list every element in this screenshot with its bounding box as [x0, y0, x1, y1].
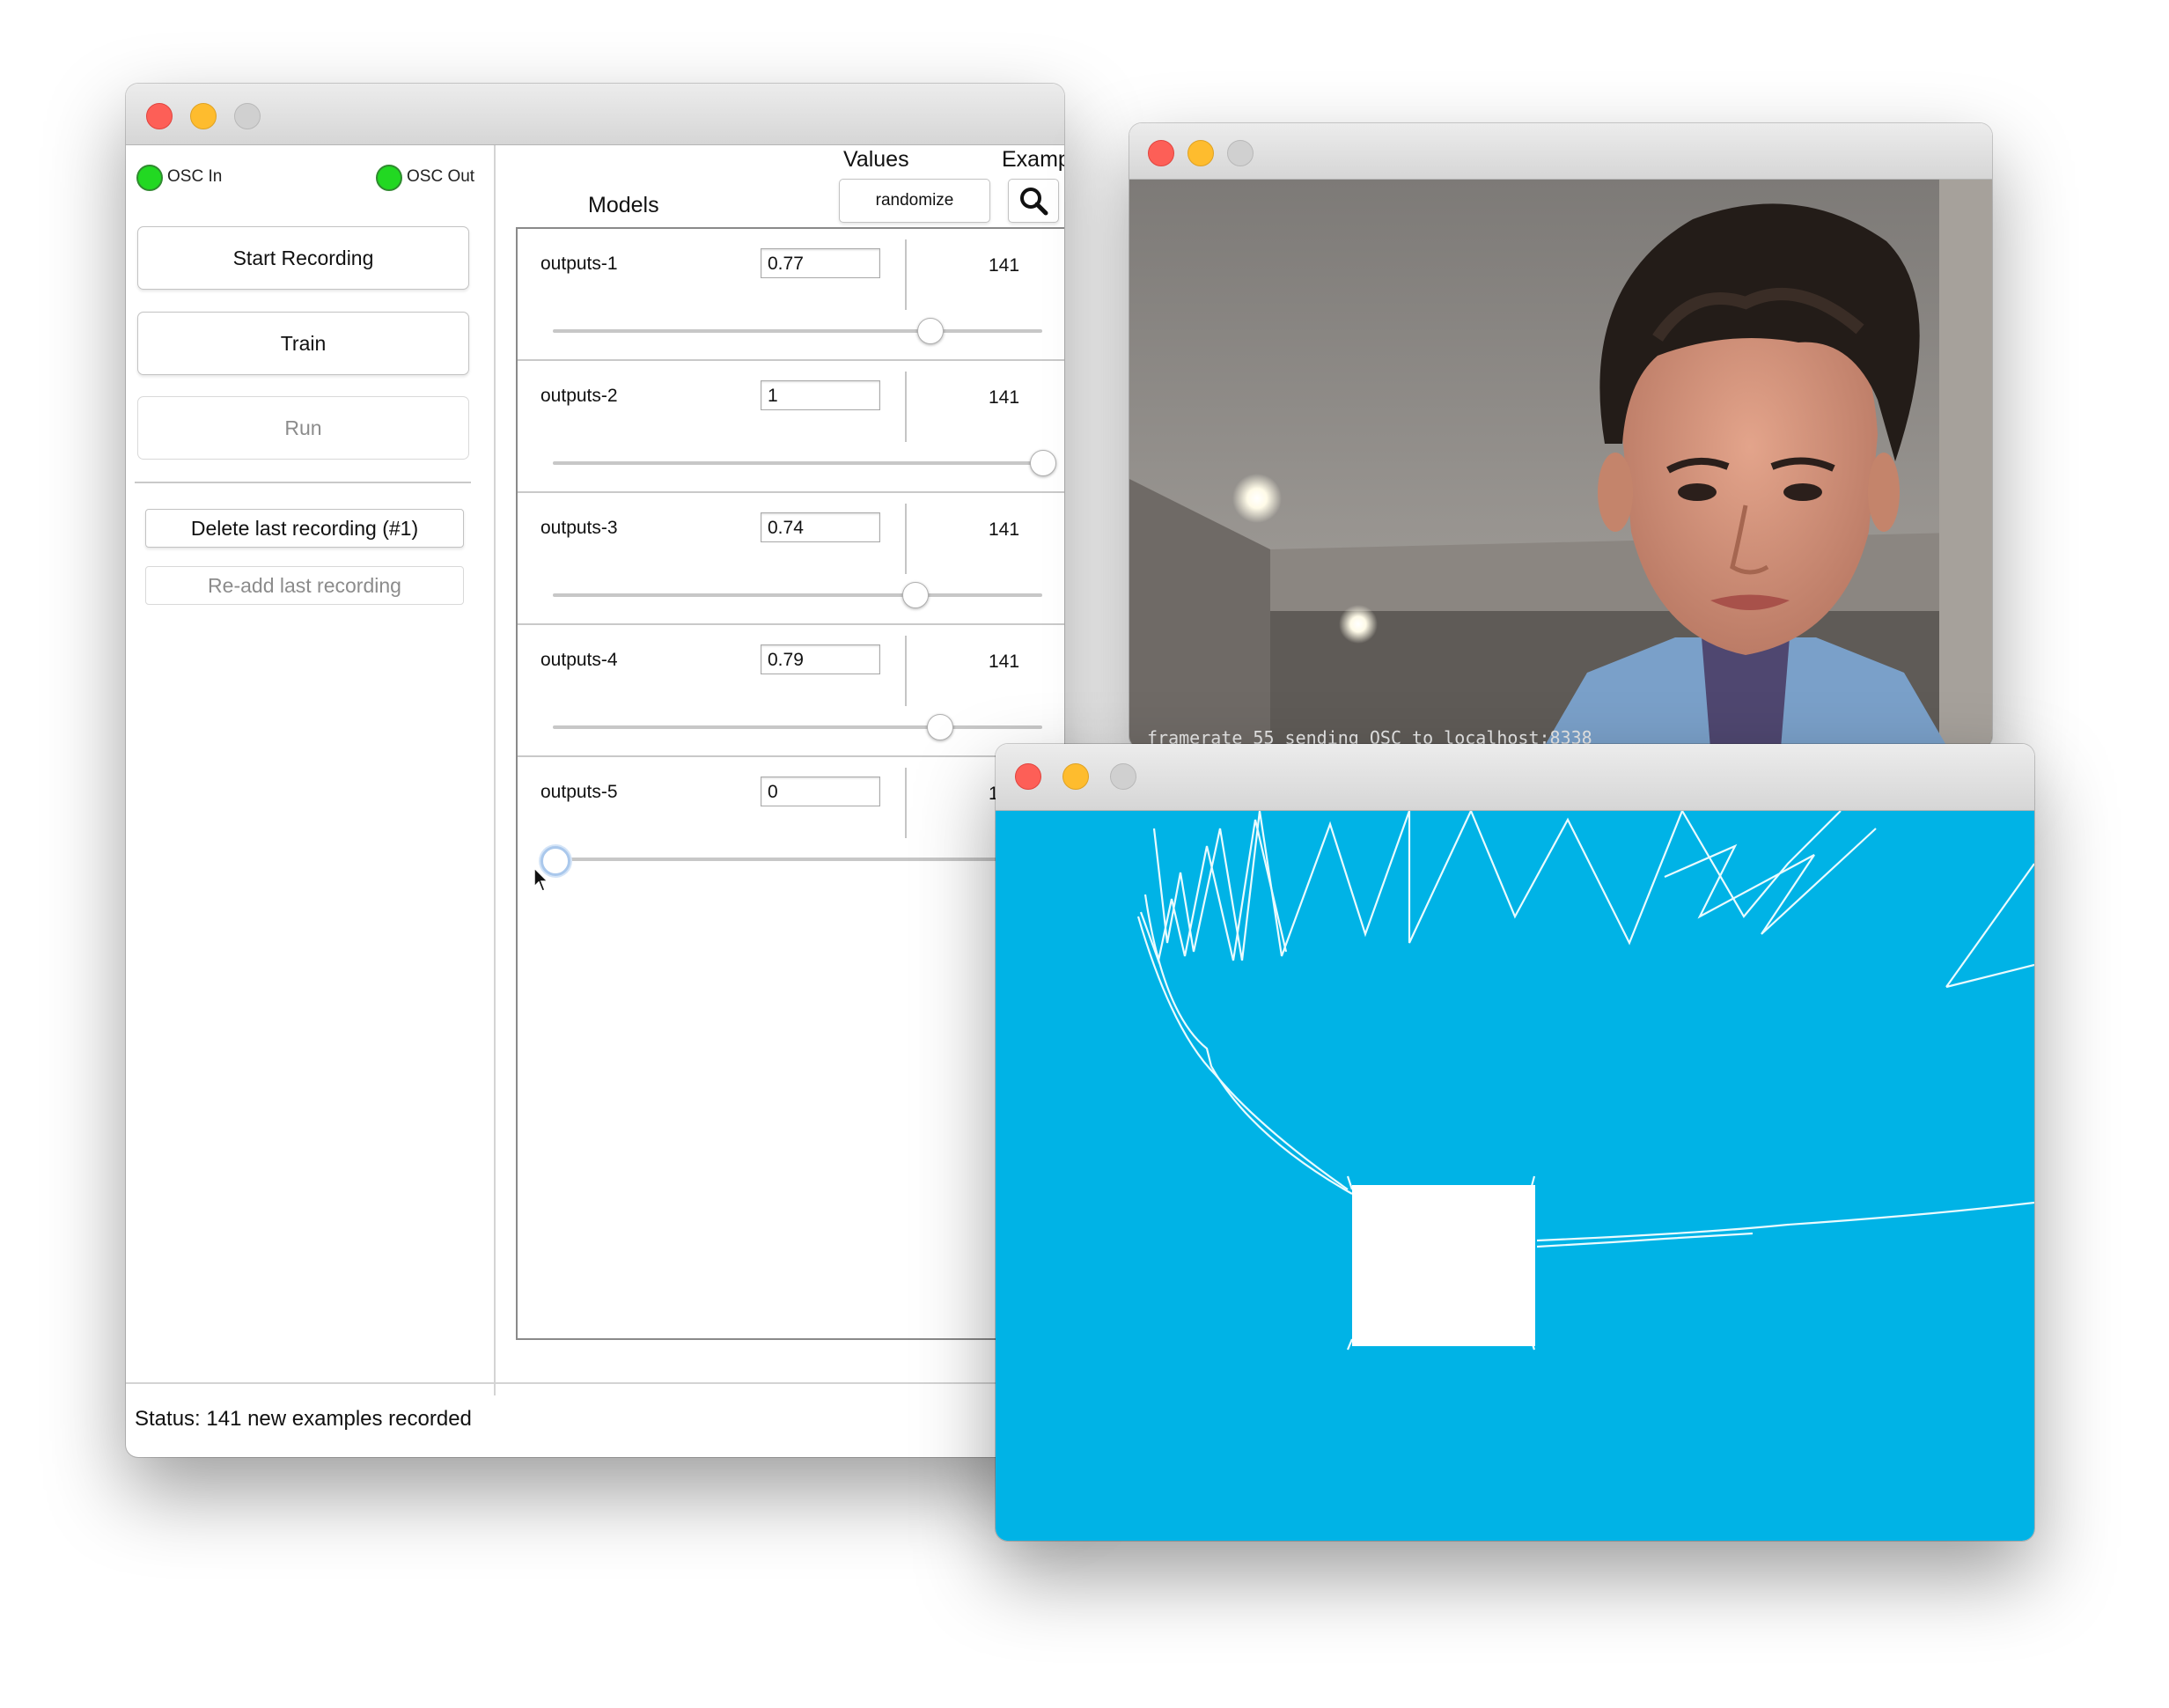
output-slider-track[interactable] [553, 593, 1042, 597]
close-button[interactable] [1015, 763, 1041, 790]
values-header: Values [843, 147, 909, 172]
webcam-image [1129, 180, 1992, 748]
output-row: outputs-4 0.79 141 [518, 625, 1064, 757]
minimize-button[interactable] [1187, 140, 1214, 166]
readd-last-recording-button[interactable]: Re-add last recording [145, 566, 464, 605]
example-count: 141 [989, 519, 1020, 540]
output-row: outputs-5 0 1 [518, 757, 1064, 887]
output-slider-knob[interactable] [917, 318, 945, 344]
status-text: Status: 141 new examples recorded [135, 1407, 472, 1431]
output-row: outputs-2 1 141 [518, 361, 1064, 493]
osc-in-indicator [136, 165, 163, 191]
osc-out-indicator [376, 165, 402, 191]
wekinator-titlebar [126, 84, 1064, 145]
row-separator [905, 636, 907, 706]
close-button[interactable] [146, 103, 173, 129]
control-panel: OSC In OSC Out Start Recording Train Run… [126, 145, 496, 1395]
start-recording-button[interactable]: Start Recording [137, 226, 469, 290]
output-slider-track[interactable] [553, 725, 1042, 729]
run-button[interactable]: Run [137, 396, 469, 460]
close-button[interactable] [1148, 140, 1174, 166]
status-divider [126, 1382, 1064, 1384]
output-slider-knob[interactable] [1030, 450, 1056, 476]
canvas-window [996, 744, 2034, 1541]
output-value-field[interactable]: 0.79 [761, 644, 880, 674]
row-separator [905, 504, 907, 574]
osc-in-label: OSC In [167, 167, 223, 186]
row-separator [905, 372, 907, 442]
output-row: outputs-3 0.74 141 [518, 493, 1064, 625]
output-value-field[interactable]: 0 [761, 777, 880, 806]
output-value-field[interactable]: 0.77 [761, 248, 880, 278]
zoom-button[interactable] [1110, 763, 1136, 790]
models-header: Models [588, 193, 659, 217]
output-name: outputs-5 [540, 782, 618, 802]
train-button[interactable]: Train [137, 312, 469, 375]
outputs-list: outputs-1 0.77 141 outputs-2 1 141 outpu… [516, 227, 1064, 1340]
output-slider-track[interactable] [553, 461, 1042, 465]
row-separator [905, 768, 907, 838]
output-slider-track[interactable] [553, 329, 1042, 333]
output-value-field[interactable]: 1 [761, 380, 880, 410]
wekinator-window: OSC In OSC Out Start Recording Train Run… [126, 84, 1064, 1457]
output-slider-knob[interactable] [902, 582, 930, 608]
example-count: 141 [989, 652, 1020, 672]
output-name: outputs-2 [540, 386, 618, 406]
zoom-button[interactable] [234, 103, 261, 129]
mouse-cursor-icon [533, 867, 549, 892]
canvas-titlebar [996, 744, 2034, 811]
row-separator [905, 239, 907, 310]
example-count: 141 [989, 387, 1020, 408]
minimize-button[interactable] [1062, 763, 1089, 790]
output-slider-knob[interactable] [927, 714, 954, 740]
output-value-field[interactable]: 0.74 [761, 512, 880, 542]
drawing-trails [1136, 808, 2034, 1351]
randomize-button[interactable]: randomize [839, 179, 990, 223]
minimize-button[interactable] [190, 103, 217, 129]
delete-last-recording-button[interactable]: Delete last recording (#1) [145, 509, 464, 548]
example-count: 141 [989, 255, 1020, 276]
output-row: outputs-1 0.77 141 [518, 229, 1064, 361]
camera-window: framerate 55 sending OSC to localhost:83… [1129, 123, 1992, 748]
zoom-button[interactable] [1227, 140, 1254, 166]
output-slider-track[interactable] [553, 858, 1042, 861]
search-icon [1020, 188, 1048, 216]
search-button[interactable] [1008, 179, 1059, 223]
drawing-canvas [996, 808, 2034, 1541]
webcam-feed: framerate 55 sending OSC to localhost:83… [1129, 180, 1992, 748]
white-square [1352, 1185, 1535, 1346]
osc-out-label: OSC Out [407, 167, 475, 186]
output-name: outputs-1 [540, 254, 618, 274]
output-name: outputs-4 [540, 650, 618, 670]
output-name: outputs-3 [540, 518, 618, 538]
examples-header: Examp [1002, 147, 1064, 172]
panel-divider [135, 482, 471, 483]
camera-titlebar [1129, 123, 1992, 180]
